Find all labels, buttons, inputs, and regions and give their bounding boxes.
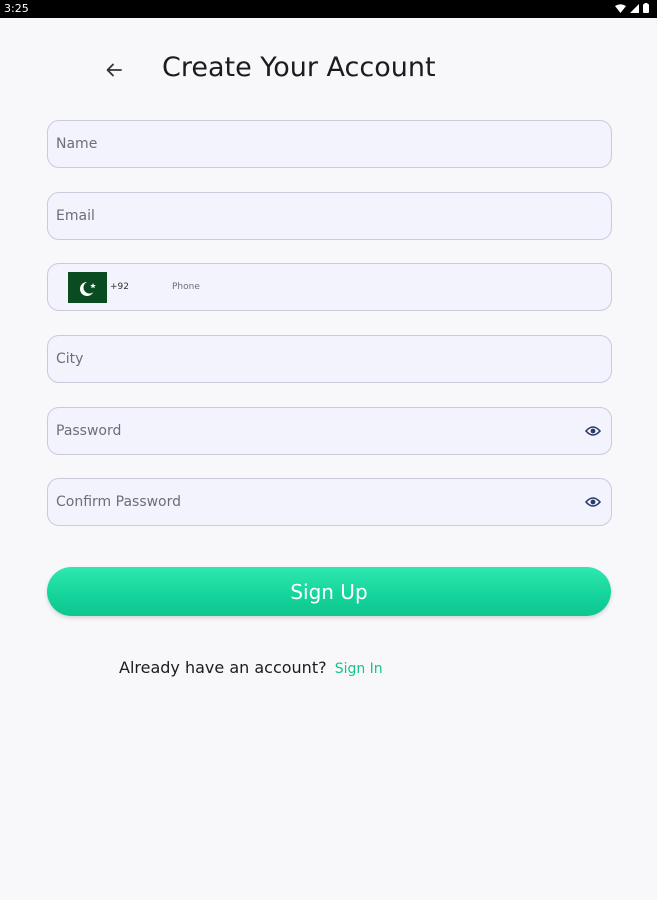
eye-icon[interactable] <box>585 495 601 509</box>
battery-icon <box>643 3 649 13</box>
wifi-icon <box>615 3 626 13</box>
country-code: +92 <box>110 282 129 292</box>
pakistan-flag-icon[interactable] <box>68 272 107 303</box>
eye-icon[interactable] <box>585 424 601 438</box>
email-input[interactable] <box>56 193 576 239</box>
status-icons <box>615 3 649 13</box>
phone-field: +92 <box>47 263 612 311</box>
confirm-password-input[interactable] <box>56 479 576 525</box>
city-field <box>47 335 612 383</box>
crescent-star-icon <box>79 281 96 296</box>
confirm-password-field <box>47 478 612 526</box>
name-field <box>47 120 612 168</box>
page-title: Create Your Account <box>162 52 436 83</box>
signal-icon <box>630 3 639 13</box>
arrow-left-icon <box>106 63 122 77</box>
sign-in-prompt: Already have an account? Sign In <box>119 658 383 677</box>
status-time: 3:25 <box>4 2 29 15</box>
sign-in-prompt-text: Already have an account? <box>119 658 327 677</box>
name-input[interactable] <box>56 121 576 167</box>
phone-input[interactable] <box>172 264 572 310</box>
back-button[interactable] <box>100 56 128 84</box>
status-bar: 3:25 <box>0 0 657 18</box>
sign-in-link[interactable]: Sign In <box>335 661 383 677</box>
sign-up-button[interactable]: Sign Up <box>47 567 611 616</box>
city-input[interactable] <box>56 336 576 382</box>
password-field <box>47 407 612 455</box>
email-field <box>47 192 612 240</box>
password-input[interactable] <box>56 408 576 454</box>
